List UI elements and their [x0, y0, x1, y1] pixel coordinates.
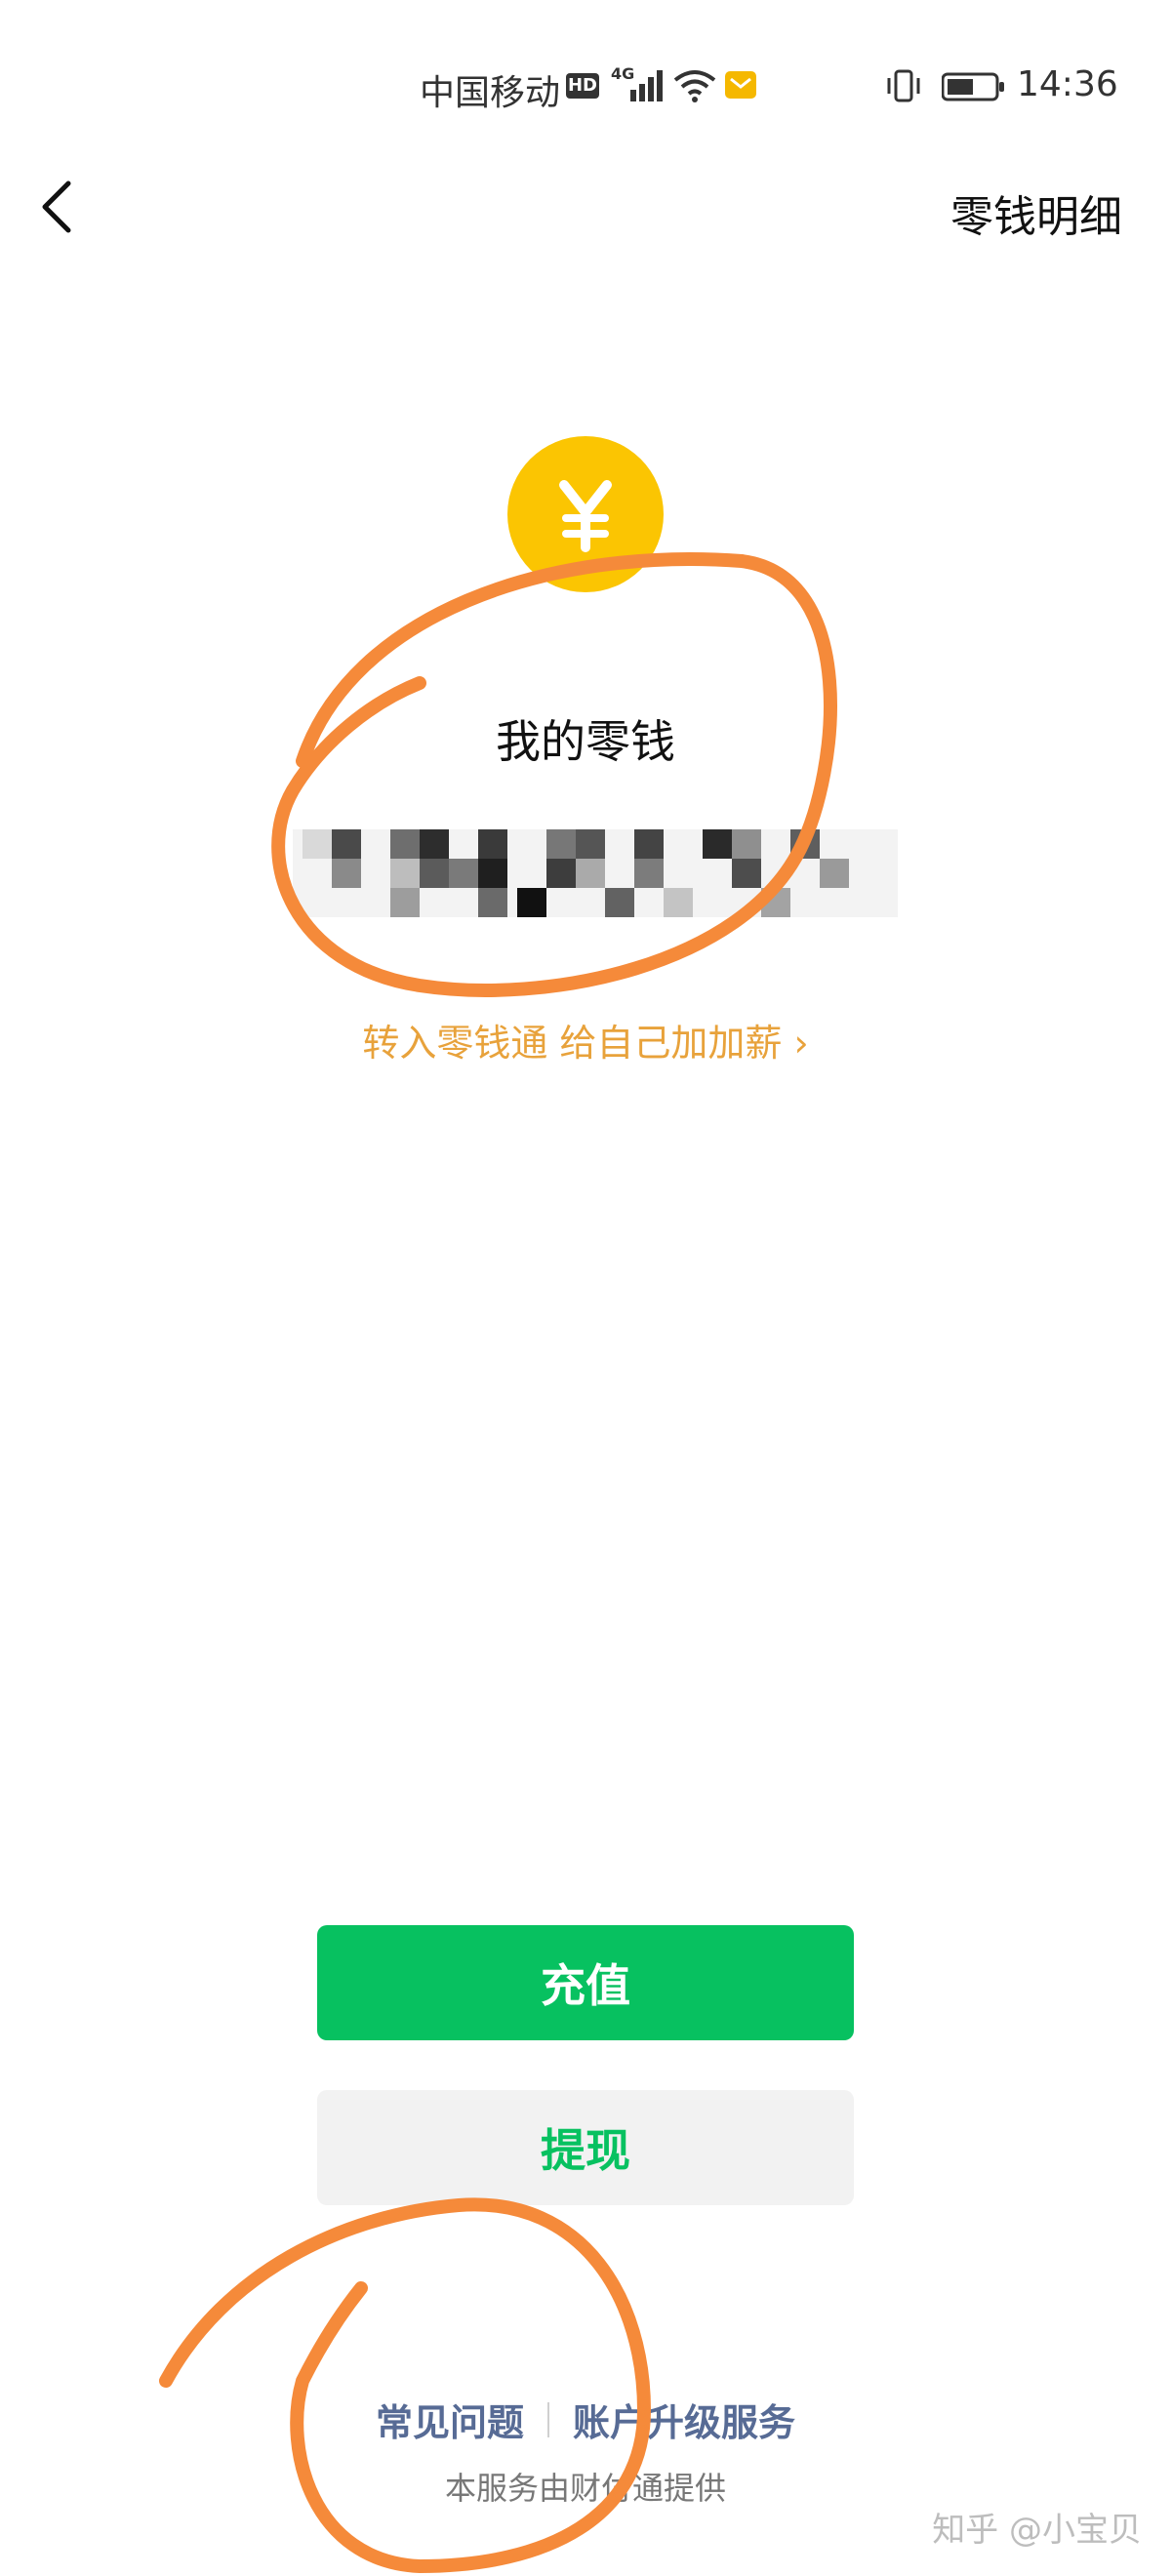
message-icon — [725, 71, 756, 99]
annotation-circle-footer — [159, 2197, 652, 2574]
vibrate-icon — [887, 69, 920, 102]
recharge-button[interactable]: 充值 — [317, 1925, 854, 2040]
promo-link[interactable]: 转入零钱通 给自己加加薪 › — [0, 1013, 1171, 1067]
faq-link[interactable]: 常见问题 — [376, 2393, 524, 2446]
carrier-name: 中国移动 — [420, 73, 561, 113]
signal-icon — [630, 70, 663, 101]
wallet-change-page: 中国移动 HD 4G 14:36 零钱明细 我的零钱 转入零钱通 给自己加加薪 … — [0, 0, 1171, 2576]
change-details-link[interactable]: 零钱明细 — [950, 181, 1122, 244]
redacted-balance-amount — [293, 829, 898, 917]
chevron-left-icon[interactable] — [37, 178, 76, 236]
withdraw-button[interactable]: 提现 — [317, 2090, 854, 2205]
watermark: 知乎 @小宝贝 — [932, 2511, 1142, 2550]
yuan-icon — [559, 480, 612, 552]
wifi-icon — [673, 70, 716, 102]
footer-divider — [547, 2401, 549, 2437]
balance-label: 我的零钱 — [496, 715, 675, 768]
status-bar: 中国移动 HD 4G 14:36 — [0, 0, 1171, 117]
footer-links: 常见问题 账户升级服务 — [0, 2393, 1171, 2446]
coin-icon — [507, 436, 664, 592]
hd-badge: HD — [566, 73, 599, 99]
account-upgrade-link[interactable]: 账户升级服务 — [573, 2393, 795, 2446]
battery-icon — [942, 72, 1004, 101]
clock: 14:36 — [1017, 64, 1118, 104]
